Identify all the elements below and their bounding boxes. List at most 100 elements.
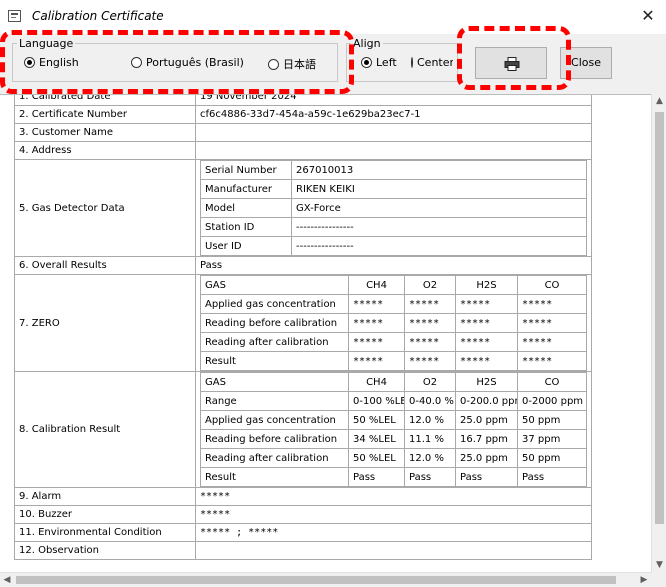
table-row: Applied gas concentration 50 %LEL 12.0 % 25…	[200, 410, 587, 430]
gas-value-cell: *****	[455, 294, 518, 314]
row-label: GAS	[200, 372, 349, 392]
gas-value-cell: 12.0 %	[404, 448, 456, 468]
row-label: Result	[200, 467, 349, 487]
gas-header-cell: O2	[404, 372, 456, 392]
radio-dot	[268, 58, 279, 70]
language-label-english: English	[39, 56, 79, 69]
align-radio-center[interactable]: Center	[411, 56, 453, 69]
gas-value-cell: 50 ppm	[517, 448, 587, 468]
zero-label: 7. ZERO	[14, 274, 196, 372]
scroll-up-icon[interactable]: ▲	[652, 94, 666, 108]
gas-header-cell: O2	[404, 275, 456, 295]
environmental-label: 11. Environmental Condition	[14, 523, 196, 542]
observation-label: 12. Observation	[14, 541, 196, 560]
gas-header-cell: CH4	[348, 275, 405, 295]
gas-detector-table: Serial Number 267010013 Manufacturer RIK…	[200, 160, 587, 256]
calibration-result-data: GASCH4O2H2SCORange0-100 %LEL0-40.0 %0-20…	[195, 371, 592, 488]
field-label: Model	[200, 198, 292, 218]
field-label: User ID	[200, 236, 292, 256]
table-row: User ID ----------------	[200, 236, 587, 256]
gas-value-cell: 0-40.0 %	[404, 391, 456, 411]
customer-name-field[interactable]	[195, 123, 592, 142]
language-radio-portuguese[interactable]: Português (Brasil)	[131, 56, 244, 69]
scrollbar-corner	[651, 572, 666, 586]
scroll-right-icon[interactable]: ▶	[637, 573, 651, 587]
gas-value-cell: *****	[348, 294, 405, 314]
certificate-icon	[8, 10, 21, 22]
table-row: 7. ZERO GAS CH4 O2 H2S CO Applied gas concent…	[14, 274, 592, 372]
field-value: ----------------	[291, 217, 587, 237]
table-row: 2. Certificate Number cf6c4886-33d7-454a…	[14, 105, 592, 124]
scroll-down-icon[interactable]: ▼	[652, 558, 666, 572]
gas-detector-data: Serial Number 267010013 Manufacturer RIK…	[195, 159, 592, 257]
vertical-scrollbar[interactable]: ▲ ▼	[651, 94, 666, 572]
horizontal-scrollbar[interactable]: ◀ ▶	[0, 572, 651, 586]
calibrated-date-label: 1. Calibrated Date	[14, 95, 196, 106]
table-row: Station ID ----------------	[200, 217, 587, 237]
gas-header-cell: H2S	[455, 275, 518, 295]
gas-value-cell: *****	[348, 332, 405, 352]
table-row: Result ***** ***** ***** *****	[200, 351, 587, 371]
row-label: GAS	[200, 275, 349, 295]
alarm-value: *****	[195, 487, 592, 506]
gas-header-cell: CH4	[348, 372, 405, 392]
radio-dot	[361, 57, 372, 68]
row-label: Range	[200, 391, 349, 411]
address-field[interactable]	[195, 141, 592, 160]
horizontal-scroll-thumb[interactable]	[16, 576, 616, 584]
table-row: Manufacturer RIKEN KEIKI	[200, 179, 587, 199]
align-label-left: Left	[376, 56, 397, 69]
gas-value-cell: *****	[517, 332, 587, 352]
gas-value-cell: *****	[455, 332, 518, 352]
gas-value-cell: 37 ppm	[517, 429, 587, 449]
align-radio-left[interactable]: Left	[361, 56, 397, 69]
scroll-left-icon[interactable]: ◀	[0, 573, 14, 587]
language-radio-japanese[interactable]: 日本語	[268, 56, 316, 72]
field-label: Manufacturer	[200, 179, 292, 199]
alarm-label: 9. Alarm	[14, 487, 196, 506]
table-row: 10. Buzzer *****	[14, 505, 592, 524]
table-row: 11. Environmental Condition ***** ; ****…	[14, 523, 592, 542]
table-row: 1. Calibrated Date 19 November 2024	[14, 95, 592, 106]
close-button[interactable]: Close	[560, 47, 612, 79]
title-bar: Calibration Certificate ✕	[0, 0, 666, 34]
field-value: RIKEN KEIKI	[291, 179, 587, 199]
window-close-button[interactable]: ✕	[634, 5, 662, 27]
align-label-center: Center	[417, 56, 453, 69]
table-row: 3. Customer Name	[14, 123, 592, 142]
zero-data: GAS CH4 O2 H2S CO Applied gas concentration **…	[195, 274, 592, 372]
gas-value-cell: *****	[517, 313, 587, 333]
gas-header-cell: CO	[517, 372, 587, 392]
print-button[interactable]	[475, 47, 547, 79]
table-row: Range0-100 %LEL0-40.0 %0-200.0 ppm0-2000…	[200, 391, 587, 411]
gas-value-cell: *****	[348, 351, 405, 371]
gas-value-cell: *****	[404, 294, 456, 314]
gas-value-cell: 0-200.0 ppm	[455, 391, 518, 411]
gas-value-cell: Pass	[455, 467, 518, 487]
row-label: Reading before calibration	[200, 313, 349, 333]
calibrated-date-value: 19 November 2024	[195, 95, 592, 106]
row-label: Reading after calibration	[200, 332, 349, 352]
observation-field[interactable]	[195, 541, 592, 560]
vertical-scroll-thumb[interactable]	[655, 112, 664, 524]
gas-value-cell: *****	[455, 313, 518, 333]
table-row: Reading after calibration 50 %LEL 12.0 % 25…	[200, 448, 587, 468]
gas-value-cell: *****	[404, 351, 456, 371]
row-label: Applied gas concentration	[200, 410, 349, 430]
gas-value-cell: *****	[517, 294, 587, 314]
row-label: Reading after calibration	[200, 448, 349, 468]
align-legend: Align	[353, 37, 381, 50]
zero-table: GAS CH4 O2 H2S CO Applied gas concentration **…	[200, 275, 587, 371]
gas-value-cell: 34 %LEL	[348, 429, 405, 449]
buzzer-value: *****	[195, 505, 592, 524]
gas-value-cell: 50 ppm	[517, 410, 587, 430]
gas-value-cell: *****	[404, 332, 456, 352]
field-label: Serial Number	[200, 160, 292, 180]
gas-header-cell: CO	[517, 275, 587, 295]
table-row: Reading before calibration ***** ***** ****…	[200, 313, 587, 333]
language-label-japanese: 日本語	[283, 58, 316, 71]
radio-dot	[24, 57, 35, 68]
language-radio-english[interactable]: English	[24, 56, 79, 69]
field-label: Station ID	[200, 217, 292, 237]
certificate-panel: 1. Calibrated Date 19 November 2024 2. C…	[0, 94, 651, 572]
